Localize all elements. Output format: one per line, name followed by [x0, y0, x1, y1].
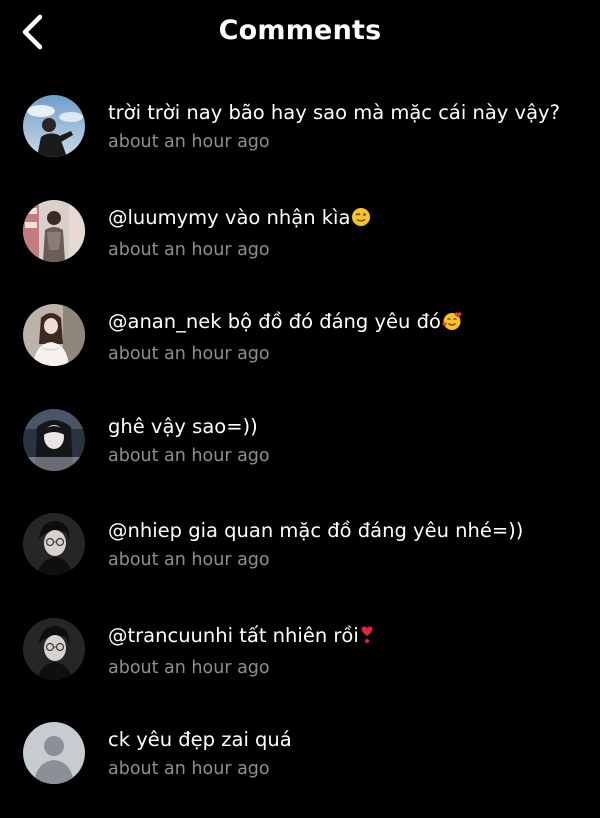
comment-item: @luumymy vào nhận kìa about an hour ago	[0, 191, 600, 296]
avatar[interactable]	[23, 617, 85, 680]
comments-list: trời trời nay bão hay sao mà mặc cái này…	[0, 86, 600, 818]
avatar[interactable]	[23, 95, 85, 157]
avatar[interactable]	[23, 304, 85, 366]
header-bar: Comments	[0, 0, 600, 70]
comment-body: @luumymy vào nhận kìa about an hour ago	[108, 205, 580, 261]
comment-timestamp: about an hour ago	[108, 759, 270, 779]
comment-body: @trancuunhi tất nhiên rồi about an hour …	[108, 623, 580, 679]
comment-item: @trancuunhi tất nhiên rồi about an hour …	[0, 609, 600, 714]
comment-timestamp: about an hour ago	[108, 657, 270, 678]
comment-text: @luumymy vào nhận kìa	[108, 205, 580, 234]
comment-timestamp: about an hour ago	[108, 445, 270, 466]
comment-body: ghê vậy sao=)) about an hour ago	[108, 414, 580, 467]
comment-text: @trancuunhi tất nhiên rồi	[108, 623, 580, 652]
comment-text: ck yêu đẹp zai quá	[108, 728, 292, 751]
comment-timestamp: about an hour ago	[108, 239, 270, 260]
comment-text: @anan_nek bộ đồ đó đáng yêu đó	[108, 309, 580, 338]
page-title: Comments	[218, 15, 382, 46]
comment-item: @nhiep gia quan mặc đồ đáng yêu nhé=)) a…	[0, 504, 600, 609]
comment-timestamp: about an hour ago	[108, 344, 270, 364]
smiling-face-with-hearts-icon	[442, 311, 463, 338]
avatar[interactable]	[23, 199, 85, 262]
comment-body: trời trời nay bão hay sao mà mặc cái này…	[108, 100, 580, 153]
comment-text: ghê vậy sao=))	[108, 414, 258, 438]
red-heart-exclamation-icon	[360, 625, 374, 652]
comment-body: ck yêu đẹp zai quá about an hour ago	[108, 727, 580, 780]
comment-item: trời trời nay bão hay sao mà mặc cái này…	[0, 86, 600, 191]
comment-item: ck yêu đẹp zai quá about an hour ago	[0, 713, 600, 818]
comment-body: @anan_nek bộ đồ đó đáng yêu đó about an …	[108, 309, 580, 365]
comment-item: ghê vậy sao=)) about an hour ago	[0, 400, 600, 505]
default-avatar-icon[interactable]	[23, 722, 85, 784]
comment-body: @nhiep gia quan mặc đồ đáng yêu nhé=)) a…	[108, 518, 580, 571]
comment-timestamp: about an hour ago	[108, 132, 270, 152]
comment-text: @nhiep gia quan mặc đồ đáng yêu nhé=))	[108, 519, 524, 542]
comment-timestamp: about an hour ago	[108, 550, 270, 570]
avatar[interactable]	[23, 513, 85, 575]
avatar[interactable]	[23, 408, 85, 471]
comment-text: trời trời nay bão hay sao mà mặc cái này…	[108, 101, 560, 124]
comment-item: @anan_nek bộ đồ đó đáng yêu đó about an …	[0, 295, 600, 400]
winking-face-icon	[351, 207, 371, 234]
